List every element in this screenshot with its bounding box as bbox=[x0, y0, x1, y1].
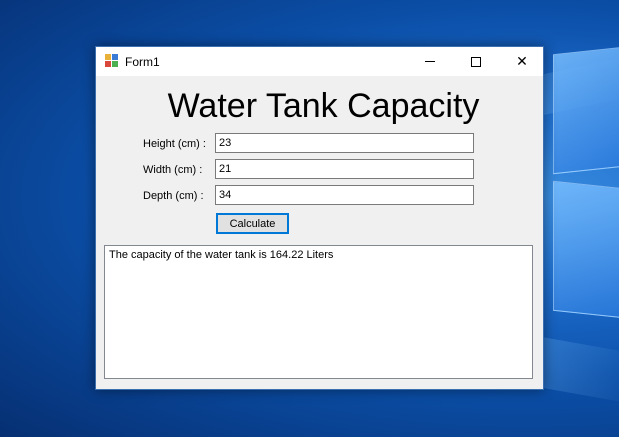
close-icon: ✕ bbox=[516, 53, 528, 69]
maximize-button[interactable] bbox=[453, 47, 499, 76]
windows-logo-pane bbox=[553, 180, 619, 320]
form-app-icon bbox=[105, 54, 119, 68]
page-title: Water Tank Capacity bbox=[167, 87, 480, 125]
height-label: Height (cm) : bbox=[143, 138, 206, 150]
close-button[interactable]: ✕ bbox=[499, 47, 545, 76]
minimize-button[interactable] bbox=[407, 47, 453, 76]
window-title: Form1 bbox=[125, 55, 160, 69]
height-field[interactable] bbox=[215, 133, 474, 153]
width-field[interactable] bbox=[215, 159, 474, 179]
result-text: The capacity of the water tank is 164.22… bbox=[109, 249, 334, 261]
depth-field[interactable] bbox=[215, 185, 474, 205]
title-bar[interactable]: Form1 ✕ bbox=[96, 47, 543, 76]
maximize-icon bbox=[471, 56, 481, 67]
windows-logo-pane bbox=[553, 45, 619, 175]
depth-label: Depth (cm) : bbox=[143, 190, 204, 202]
result-output-box[interactable]: The capacity of the water tank is 164.22… bbox=[104, 245, 533, 379]
calculate-button[interactable]: Calculate bbox=[216, 213, 289, 234]
minimize-icon bbox=[425, 61, 435, 62]
width-label: Width (cm) : bbox=[143, 164, 203, 176]
form1-window: Form1 ✕ Water Tank Capacity Height (cm) … bbox=[95, 46, 544, 390]
